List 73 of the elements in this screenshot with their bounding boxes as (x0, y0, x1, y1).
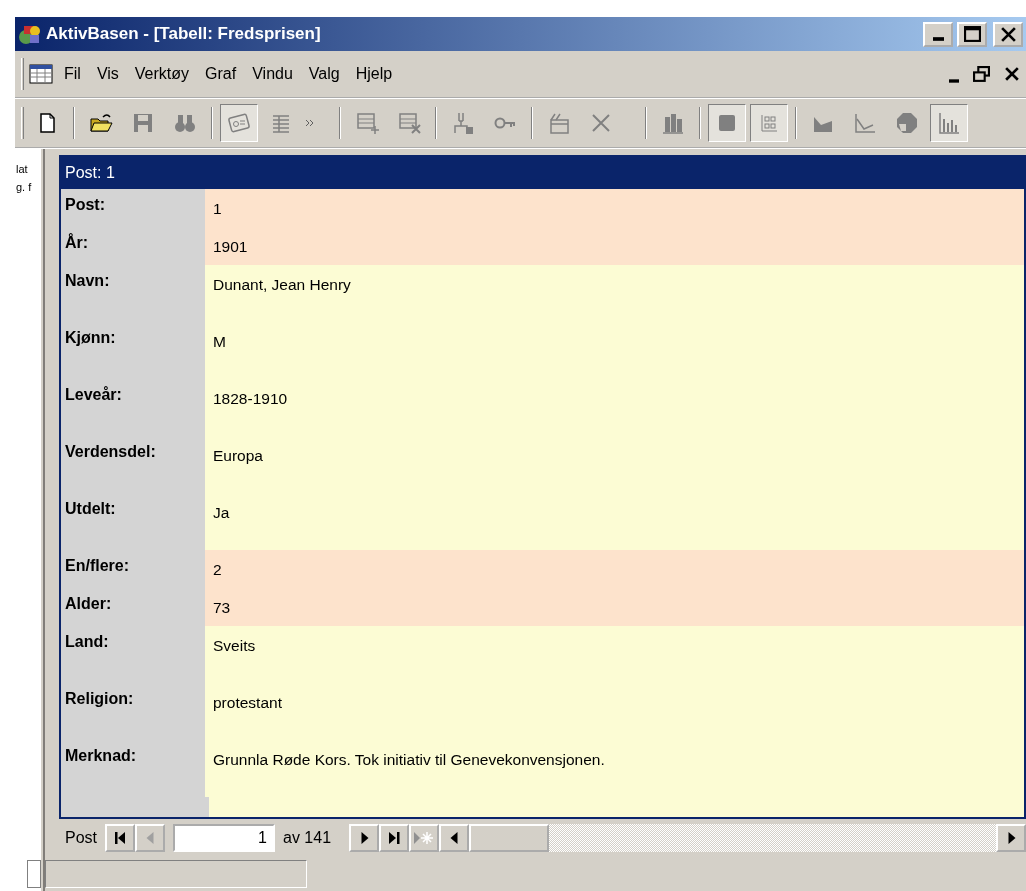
field-label: Utdelt: (64, 499, 117, 519)
open-folder-icon (89, 111, 113, 135)
field-value: Dunant, Jean Henry (205, 265, 1024, 322)
field-label: Land: (64, 632, 110, 652)
last-icon (388, 832, 400, 844)
record-number-field[interactable]: 1 (173, 824, 275, 852)
field-label: Leveår: (64, 385, 123, 405)
field-label: Verdensdel: (64, 442, 157, 462)
field-label: Kjønn: (64, 328, 117, 348)
chevron-icon (304, 118, 314, 128)
minimize-icon (932, 37, 944, 41)
previous-icon (145, 832, 155, 844)
field-label: Alder: (64, 594, 113, 614)
bar-chart-icon (661, 111, 685, 135)
scroll-right-button[interactable] (996, 824, 1026, 852)
table-icon (28, 62, 54, 86)
field-label: Navn: (64, 271, 111, 291)
menu-item[interactable]: Vindu (246, 60, 299, 88)
field-value: 2 (205, 550, 1024, 588)
pie-chart-icon (895, 111, 919, 135)
left-arrow-icon (449, 832, 459, 844)
record-count: av 141 (283, 828, 332, 848)
field-value: 73 (205, 588, 1024, 626)
minimize-icon (949, 78, 959, 83)
field-label: Post: (64, 195, 106, 215)
field-value: M (205, 322, 1024, 379)
close-icon (999, 26, 1017, 42)
scroll-left-button[interactable] (439, 824, 470, 852)
menu-item[interactable]: Graf (199, 60, 243, 88)
menu-item[interactable]: Vis (90, 60, 125, 88)
line-chart-icon (853, 111, 877, 135)
minimize-button[interactable] (923, 21, 953, 47)
form-header: Post: 1 (61, 157, 1024, 189)
clapperboard-icon (547, 111, 571, 135)
tree-icon (451, 111, 475, 135)
menu-item[interactable]: Verktøy (128, 60, 196, 88)
maximize-icon (963, 26, 981, 42)
field-value: Grunnla Røde Kors. Tok initiativ til Genevekonvensjonen. (205, 740, 1024, 797)
field-value: 1828-1910 (205, 379, 1024, 436)
bar-chart-icon (937, 111, 961, 135)
form-icon (227, 111, 251, 135)
menu-item[interactable]: Hjelp (349, 60, 399, 88)
window-title: AktivBasen - [Tabell: Fredsprisen] (46, 23, 321, 46)
menu-item[interactable]: Valg (302, 60, 346, 88)
scrollbar-thumb[interactable] (469, 824, 550, 852)
maximize-button[interactable] (957, 21, 987, 47)
field-value: protestant (205, 683, 1024, 740)
delete-record-icon (397, 111, 421, 135)
next-record-button[interactable] (349, 824, 380, 852)
field-value: Sveits (205, 626, 1024, 683)
field-label: År: (64, 232, 90, 253)
menu-item[interactable]: Fil (58, 60, 87, 88)
restore-icon (973, 66, 990, 84)
first-icon (115, 832, 125, 844)
field-label: En/flere: (64, 556, 130, 576)
field-value: Ja (205, 493, 1024, 550)
close-button[interactable] (993, 21, 1023, 47)
last-record-button[interactable] (379, 824, 410, 852)
new-record-icon (414, 832, 435, 844)
right-arrow-icon (1006, 832, 1016, 844)
first-record-button[interactable] (105, 824, 135, 852)
add-record-icon (355, 111, 379, 135)
field-value: Europa (205, 436, 1024, 493)
panel-text: lat (16, 162, 29, 177)
record-label: Post (65, 828, 97, 848)
panel-text: g. f (16, 179, 33, 195)
field-label: Merknad: (64, 746, 138, 766)
field-value: 1901 (205, 227, 1024, 265)
field-value: 1 (205, 189, 1024, 227)
next-icon (359, 832, 369, 844)
save-icon (131, 111, 155, 135)
field-label: Religion: (64, 689, 135, 709)
toolbar-grip[interactable] (27, 860, 41, 888)
